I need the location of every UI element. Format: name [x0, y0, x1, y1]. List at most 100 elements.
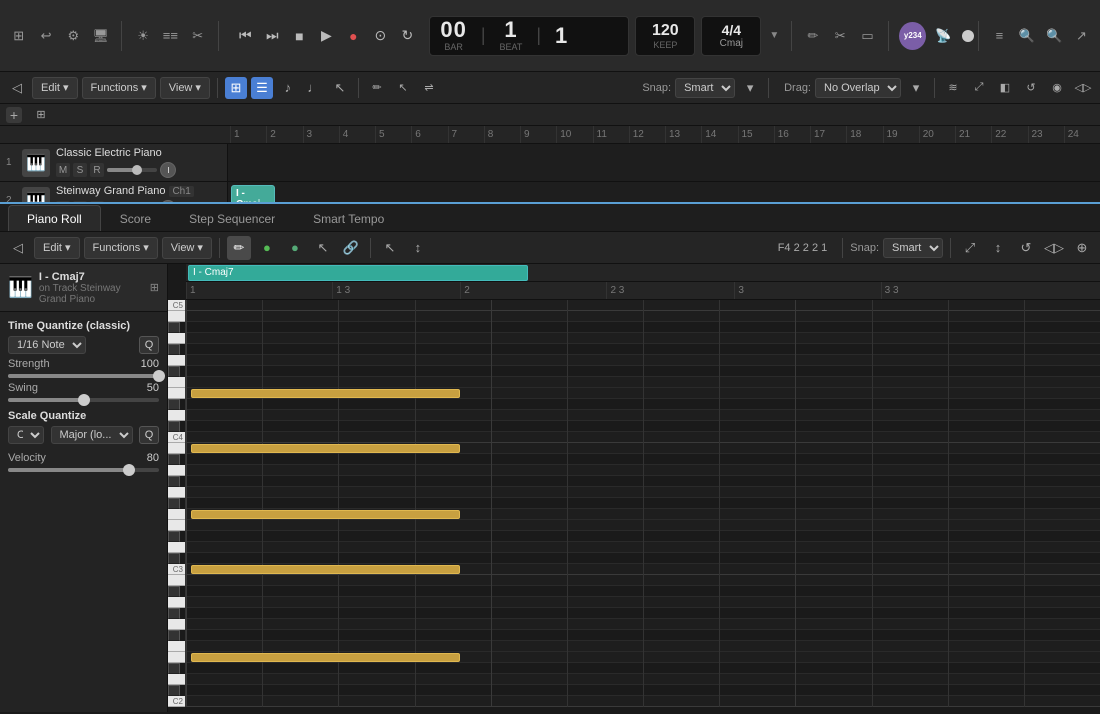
snap-chevron[interactable]: ▾	[739, 77, 761, 99]
piano-key-D2[interactable]	[168, 674, 185, 685]
piano-key-G2[interactable]	[168, 619, 185, 630]
add-track-btn[interactable]: +	[6, 107, 22, 123]
piano-key-G4[interactable]	[168, 355, 185, 366]
record-btn[interactable]: ●	[341, 24, 365, 48]
pr-zoom-icon[interactable]: ⤢	[958, 236, 982, 260]
track-content-1[interactable]	[228, 144, 1100, 181]
pr-stereo-icon[interactable]: ◁▷	[1042, 236, 1066, 260]
piano-key-C4[interactable]: C4	[168, 432, 185, 443]
folder-icon[interactable]: ▭	[857, 25, 878, 47]
time-sig-chevron[interactable]: ▼	[767, 30, 781, 41]
pointer-tool[interactable]: ↖	[392, 77, 414, 99]
sq-scale-select[interactable]: Major (lo...	[51, 426, 133, 444]
piano-key-F#3[interactable]	[168, 498, 180, 509]
piano-key-C5[interactable]: C5	[168, 300, 185, 311]
piano-key-F3[interactable]	[168, 509, 185, 520]
lp-expand-btn[interactable]: ⊞	[150, 281, 159, 294]
record-settings-icon[interactable]: 🖥	[90, 25, 111, 47]
pr-back-icon[interactable]: ◁	[6, 236, 30, 260]
piano-key-Eb3[interactable]	[168, 531, 180, 542]
share-icon[interactable]: ↗	[1071, 25, 1092, 47]
tab-smart-tempo[interactable]: Smart Tempo	[294, 205, 403, 231]
piano-key-A2[interactable]	[168, 597, 185, 608]
arrange-icon[interactable]: ⊞	[225, 77, 247, 99]
pr-selector2-tool[interactable]: ↕	[406, 236, 430, 260]
piano-key-B3[interactable]	[168, 443, 185, 454]
vel-slider[interactable]	[8, 468, 159, 472]
edit-btn[interactable]: Edit ▾	[32, 77, 78, 99]
piano-key-C#2[interactable]	[168, 685, 180, 696]
piano-key-Bb2[interactable]	[168, 586, 180, 597]
note-3[interactable]	[191, 565, 461, 574]
note-4[interactable]	[191, 653, 461, 662]
piano-key-Bb4[interactable]	[168, 322, 180, 333]
piano-key-Ab4[interactable]	[168, 344, 180, 355]
piano-key-D3[interactable]	[168, 542, 185, 553]
track-content-2[interactable]: I - Cmaj	[228, 182, 1100, 202]
score-icon[interactable]: ♩	[303, 77, 325, 99]
track-pan-2[interactable]	[160, 200, 176, 202]
tab-score[interactable]: Score	[101, 205, 170, 231]
waveform-icon[interactable]: ≋	[942, 77, 964, 99]
tempo-display[interactable]: 120 KEEP	[635, 16, 695, 56]
stop-btn[interactable]: ■	[287, 24, 311, 48]
broadcast-icon[interactable]: 📡	[932, 25, 953, 47]
tab-step-sequencer[interactable]: Step Sequencer	[170, 205, 294, 231]
pr-snap-select[interactable]: Smart	[883, 238, 943, 258]
metronome-icon[interactable]: ☀	[132, 25, 153, 47]
piano-key-A4[interactable]	[168, 333, 185, 344]
tab-piano-roll[interactable]: Piano Roll	[8, 205, 101, 231]
play-btn[interactable]: ▶	[314, 24, 338, 48]
piano-key-Ab2[interactable]	[168, 608, 180, 619]
piano-key-Bb3[interactable]	[168, 454, 180, 465]
mute-icon[interactable]: ◉	[1046, 77, 1068, 99]
piano-key-Eb4[interactable]	[168, 399, 180, 410]
solo-btn-1[interactable]: S	[73, 163, 87, 177]
drag-chevron[interactable]: ▾	[905, 77, 927, 99]
track-pan-1[interactable]	[160, 162, 176, 178]
pencil-tool[interactable]: ✏	[366, 77, 388, 99]
piano-key-E4[interactable]	[168, 388, 185, 399]
rewind-btn[interactable]: ⏮	[233, 24, 257, 48]
piano-icon[interactable]: ♪	[277, 77, 299, 99]
volume-thumb[interactable]	[962, 30, 974, 42]
pr-pitch-icon[interactable]: ↕	[986, 236, 1010, 260]
view-btn[interactable]: View ▾	[160, 77, 210, 99]
piano-key-F#2[interactable]	[168, 630, 180, 641]
track-region-2[interactable]: I - Cmaj	[231, 185, 275, 202]
swing-slider[interactable]	[8, 398, 159, 402]
undo-icon[interactable]: ↩	[35, 25, 56, 47]
pr-pencil-tool[interactable]: ✏	[227, 236, 251, 260]
note-1[interactable]	[191, 444, 461, 453]
pr-view-btn[interactable]: View ▾	[162, 237, 212, 259]
avatar[interactable]: y234	[899, 22, 926, 50]
strength-slider[interactable]	[8, 374, 159, 378]
piano-key-D4[interactable]	[168, 410, 185, 421]
pr-color-tool[interactable]: ●	[255, 236, 279, 260]
list-view-icon[interactable]: ☰	[251, 77, 273, 99]
fast-forward-btn[interactable]: ⏭	[260, 24, 284, 48]
pr-selector-tool[interactable]: ↖	[378, 236, 402, 260]
functions-btn[interactable]: Functions ▾	[82, 77, 156, 99]
note-0[interactable]	[191, 389, 461, 398]
add-tracks-icon[interactable]: ⊞	[8, 25, 29, 47]
piano-key-G3[interactable]	[168, 487, 185, 498]
capture-btn[interactable]: ⊙	[368, 24, 392, 48]
cycle-btn[interactable]: ↻	[395, 24, 419, 48]
tq-note-select[interactable]: 1/16 Note	[8, 336, 86, 354]
piano-key-C2[interactable]: C2	[168, 696, 185, 707]
mute-btn-1[interactable]: M	[56, 163, 70, 177]
rec-btn-2[interactable]: R	[90, 201, 104, 202]
trim-icon[interactable]: ◧	[994, 77, 1016, 99]
track-volume-1[interactable]	[107, 168, 157, 172]
piano-key-C3[interactable]: C3	[168, 564, 185, 575]
piano-key-B4[interactable]	[168, 311, 185, 322]
fade-icon[interactable]: ◁▷	[1072, 77, 1094, 99]
track-settings-icon[interactable]: ⊞	[30, 104, 52, 126]
scissors2-icon[interactable]: ✂	[830, 25, 851, 47]
search-icon[interactable]: 🔍	[1043, 25, 1064, 47]
snap-select[interactable]: Smart	[675, 78, 735, 98]
loop-region-icon[interactable]: ↺	[1020, 77, 1042, 99]
solo-btn-2[interactable]: S	[73, 201, 87, 202]
sq-off-select[interactable]: Off	[8, 426, 44, 444]
